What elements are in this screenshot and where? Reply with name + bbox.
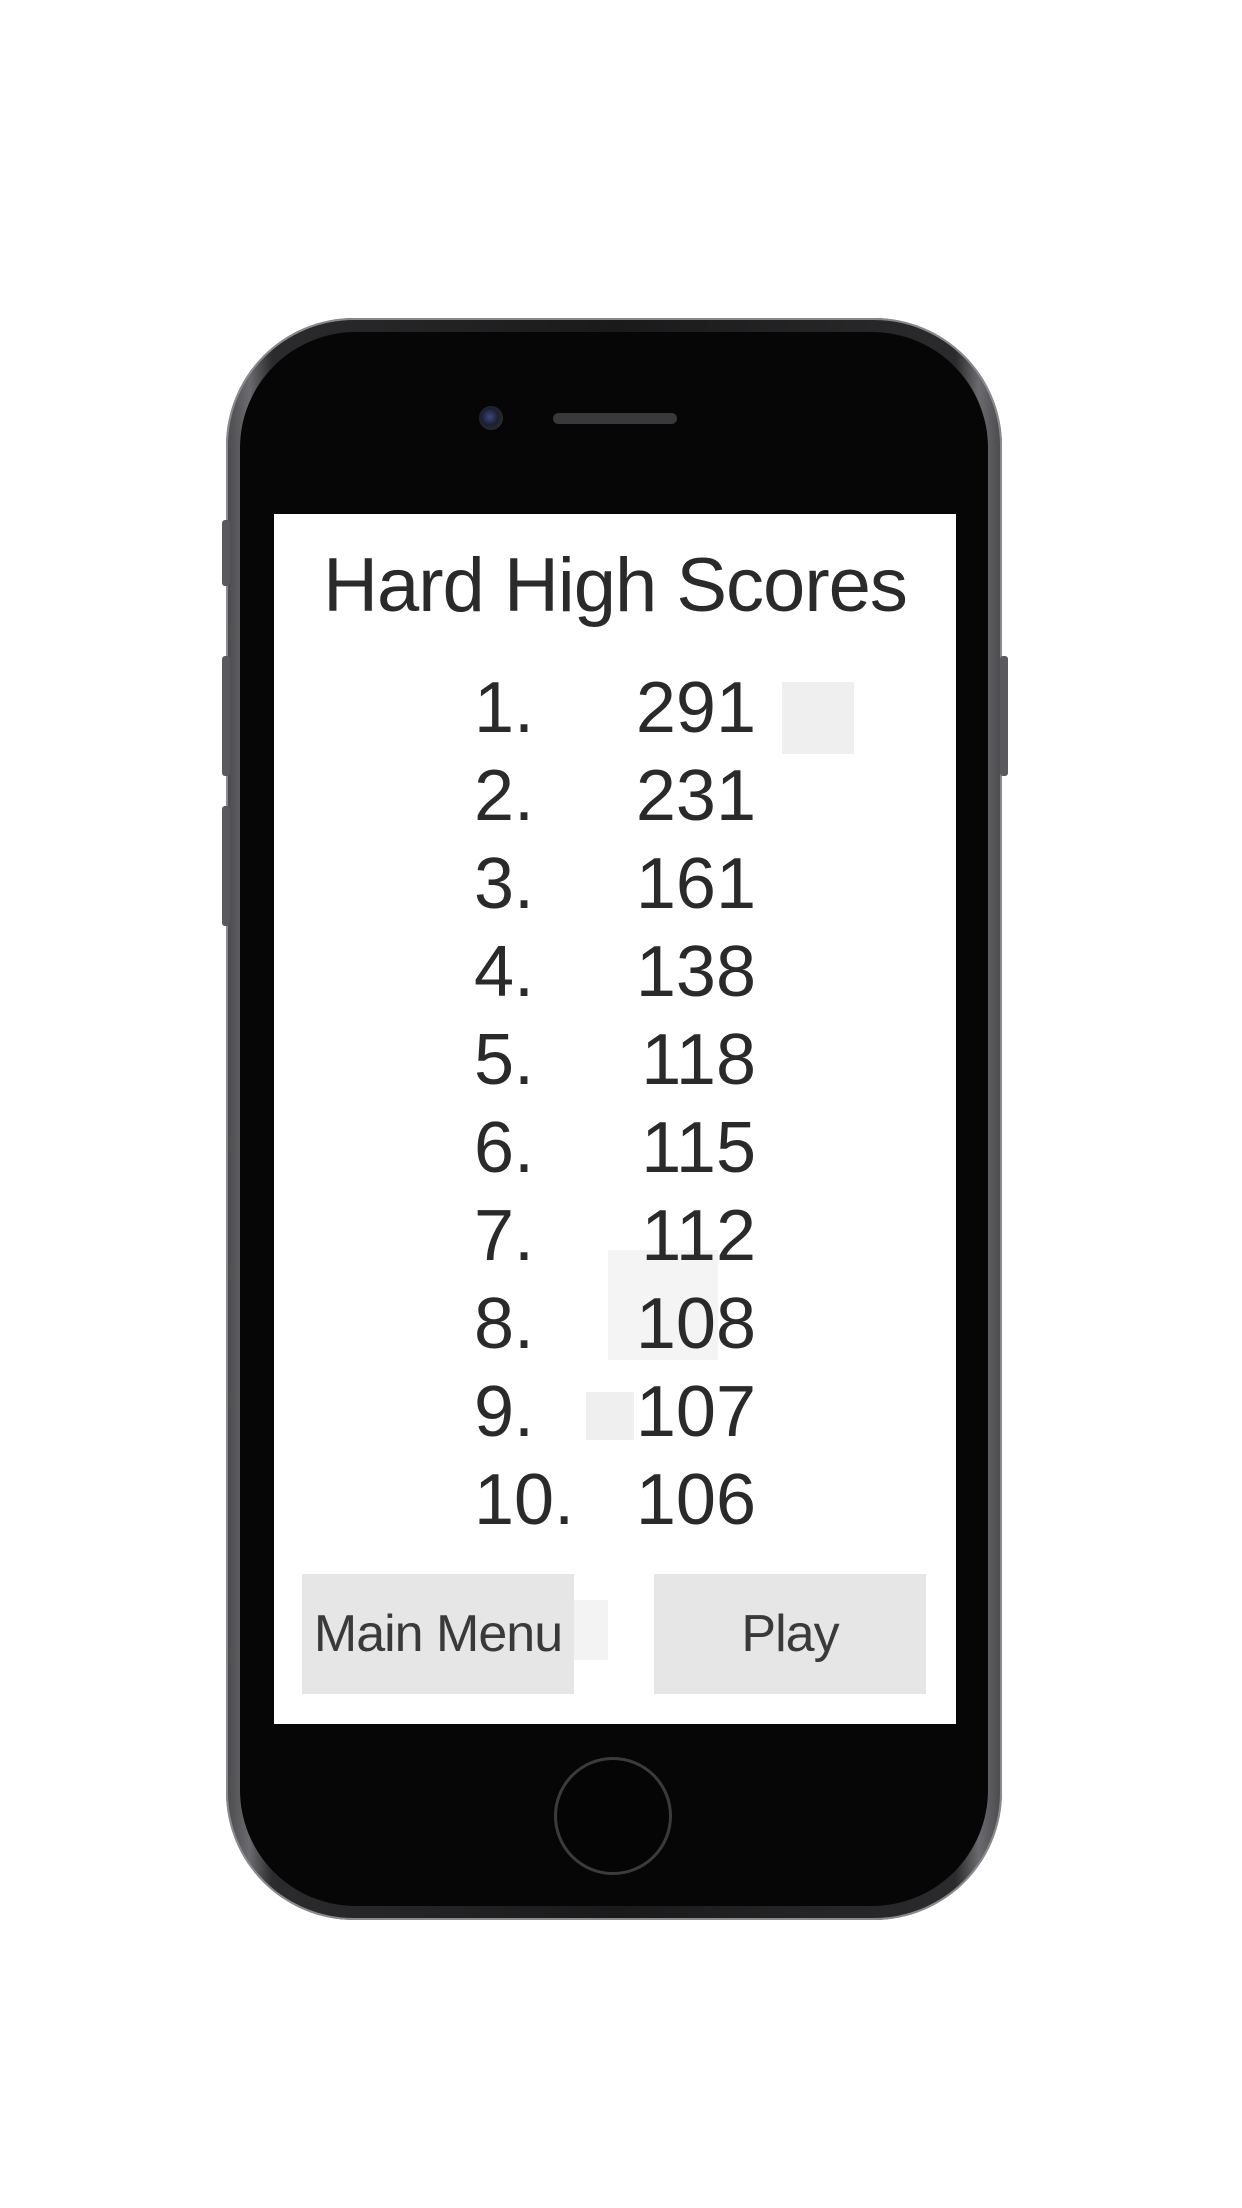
score-rank: 9. bbox=[474, 1372, 535, 1452]
score-value: 112 bbox=[641, 1196, 756, 1276]
score-row: 7. 112 bbox=[274, 1192, 956, 1280]
home-button[interactable] bbox=[554, 1757, 672, 1875]
score-value: 138 bbox=[635, 932, 756, 1012]
power-button bbox=[1000, 656, 1008, 776]
stage: Hard High Scores 1. 291 2. 231 3. 161 4.… bbox=[0, 0, 1242, 2208]
mute-switch bbox=[222, 520, 230, 586]
score-value: 231 bbox=[635, 756, 756, 836]
score-value: 291 bbox=[635, 668, 756, 748]
score-value: 107 bbox=[635, 1372, 756, 1452]
score-row: 6. 115 bbox=[274, 1104, 956, 1192]
score-value: 115 bbox=[641, 1108, 756, 1188]
score-value: 161 bbox=[635, 844, 756, 924]
play-button[interactable]: Play bbox=[654, 1574, 926, 1694]
score-value: 108 bbox=[635, 1284, 756, 1364]
score-rank: 7. bbox=[474, 1196, 535, 1276]
score-row: 2. 231 bbox=[274, 752, 956, 840]
score-rank: 10. bbox=[474, 1460, 575, 1540]
score-row: 9. 107 bbox=[274, 1368, 956, 1456]
score-value: 118 bbox=[641, 1020, 756, 1100]
app-screen: Hard High Scores 1. 291 2. 231 3. 161 4.… bbox=[274, 514, 956, 1724]
score-row: 4. 138 bbox=[274, 928, 956, 1016]
score-rank: 3. bbox=[474, 844, 535, 924]
score-row: 5. 118 bbox=[274, 1016, 956, 1104]
score-row: 10. 106 bbox=[274, 1456, 956, 1544]
score-row: 1. 291 bbox=[274, 664, 956, 752]
score-row: 3. 161 bbox=[274, 840, 956, 928]
score-rank: 6. bbox=[474, 1108, 535, 1188]
volume-up-button bbox=[222, 656, 230, 776]
earpiece-speaker bbox=[553, 413, 677, 424]
score-rank: 5. bbox=[474, 1020, 535, 1100]
score-rank: 8. bbox=[474, 1284, 535, 1364]
score-rank: 2. bbox=[474, 756, 535, 836]
main-menu-button[interactable]: Main Menu bbox=[302, 1574, 574, 1694]
score-value: 106 bbox=[635, 1460, 756, 1540]
page-title: Hard High Scores bbox=[323, 543, 908, 628]
volume-down-button bbox=[222, 806, 230, 926]
score-rank: 4. bbox=[474, 932, 535, 1012]
score-rank: 1. bbox=[474, 668, 535, 748]
front-camera-icon bbox=[479, 406, 503, 430]
score-row: 8. 108 bbox=[274, 1280, 956, 1368]
button-highlight bbox=[574, 1600, 608, 1660]
